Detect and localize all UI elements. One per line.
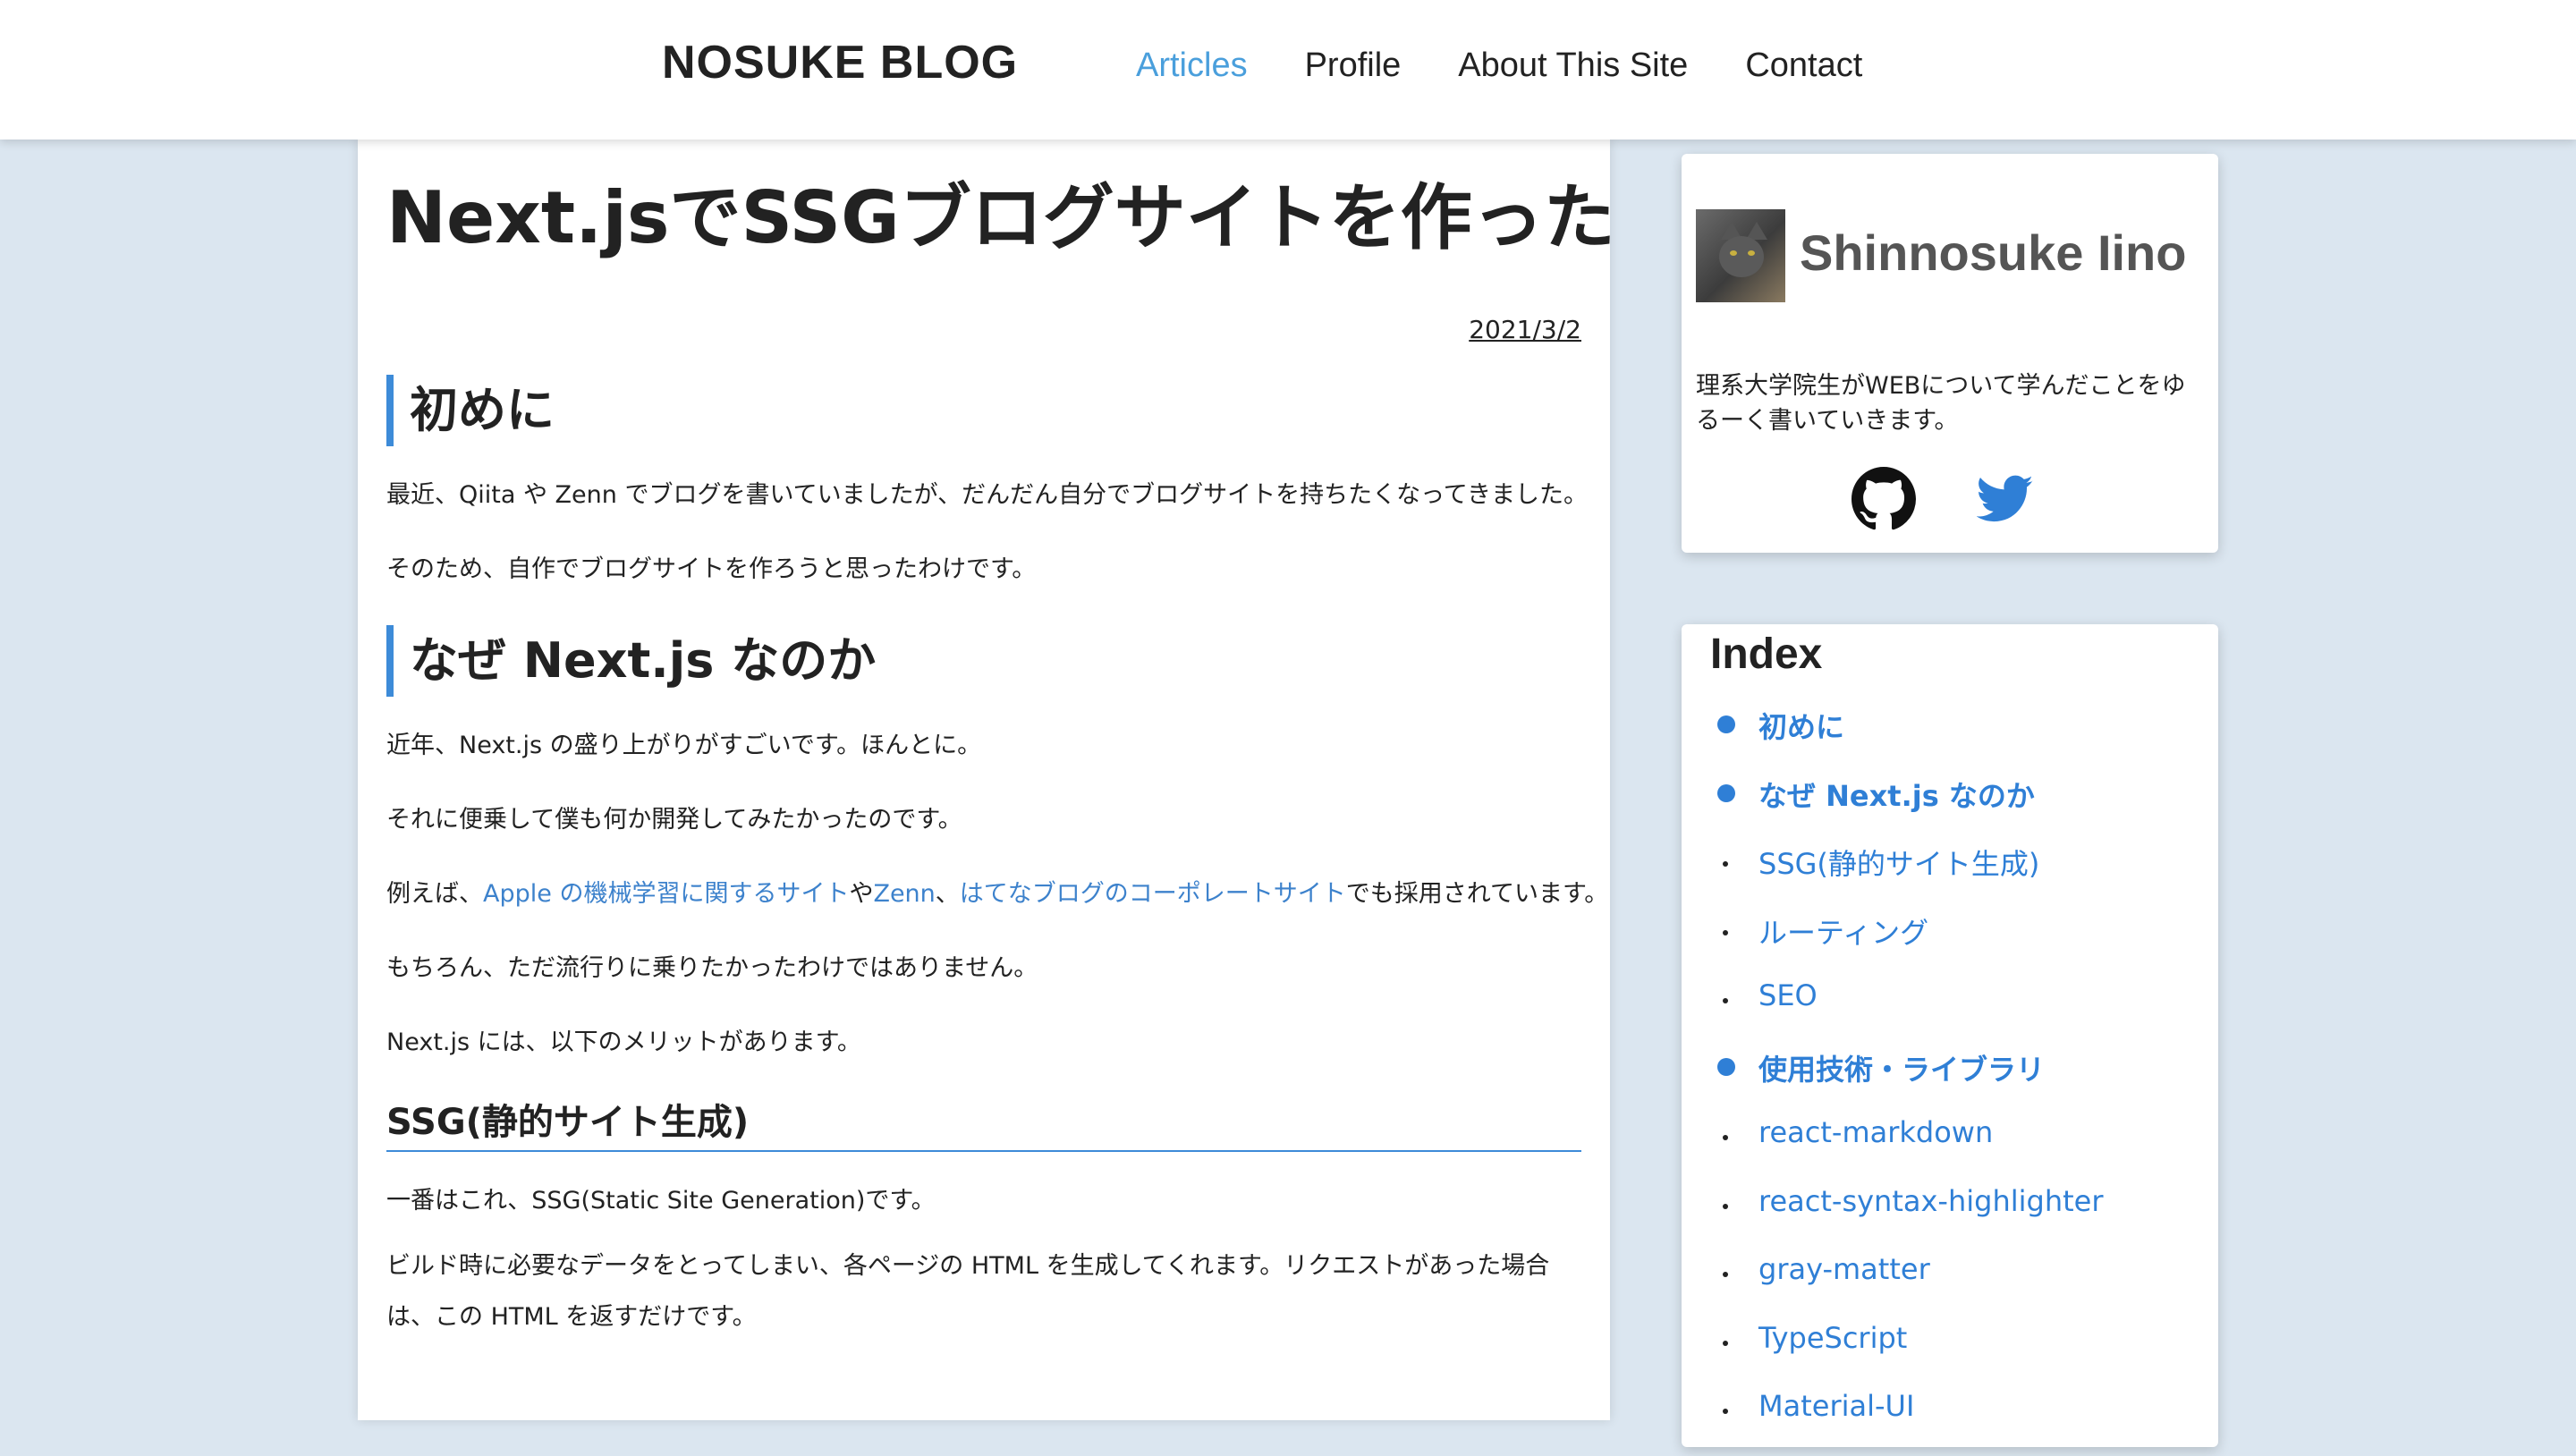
- bullet-icon: [1717, 715, 1735, 733]
- nav-about[interactable]: About This Site: [1458, 47, 1688, 85]
- toc-item-label: ルーティング: [1758, 915, 1929, 950]
- toc-item-react-syntax-highlighter[interactable]: react-syntax-highlighter: [1682, 1182, 2218, 1251]
- paragraph: ビルド時に必要なデータをとってしまい、各ページの HTML を生成してくれます。…: [386, 1252, 1550, 1331]
- bullet-icon: [1723, 1409, 1728, 1414]
- bullet-icon: [1717, 783, 1735, 802]
- paragraph: そのため、自作でブログサイトを作ろうと思ったわけです。: [386, 555, 1037, 583]
- toc-item-ssg[interactable]: SSG(静的サイト生成): [1682, 840, 2218, 909]
- toc-item-label: 初めに: [1758, 710, 1845, 744]
- profile-name: Shinnosuke Iino: [1800, 224, 2187, 281]
- text-fragment: 例えば、: [386, 880, 483, 908]
- toc-item-label: SSG(静的サイト生成): [1758, 847, 2040, 881]
- bullet-icon: [1723, 1272, 1728, 1277]
- toc-item-gray-matter[interactable]: gray-matter: [1682, 1250, 2218, 1319]
- toc-item-label: gray-matter: [1758, 1252, 1930, 1286]
- paragraph: それに便乗して僕も何か開発してみたかったのです。: [386, 806, 962, 834]
- toc-item-label: react-markdown: [1758, 1115, 1994, 1149]
- toc-item-label: 使用技術・ライブラリ: [1758, 1052, 2046, 1087]
- toc-item-label: なぜ Next.js なのか: [1758, 778, 2035, 813]
- toc-item-label: Material-UI: [1758, 1389, 1915, 1423]
- nav-contact[interactable]: Contact: [1745, 47, 1862, 85]
- toc-item-intro[interactable]: 初めに: [1682, 703, 2218, 772]
- bullet-icon: [1723, 1340, 1728, 1346]
- toc-item-material-ui[interactable]: Material-UI: [1682, 1387, 2218, 1456]
- toc-item-tech-libraries[interactable]: 使用技術・ライブラリ: [1682, 1045, 2218, 1114]
- twitter-icon[interactable]: [1977, 474, 2034, 524]
- toc-item-label: react-syntax-highlighter: [1758, 1183, 2104, 1218]
- text-fragment: 、: [935, 880, 960, 908]
- paragraph: 最近、Qiita や Zenn でブログを書いていましたが、だんだん自分でブログ…: [386, 481, 1588, 509]
- bullet-icon: [1717, 1057, 1735, 1076]
- section-heading-why-nextjs: なぜ Next.js なのか: [386, 625, 1581, 697]
- article-body: Next.jsでSSGブログサイトを作った話 2021/3/2 初めに 最近、Q…: [386, 140, 1610, 1342]
- bullet-icon: [1723, 861, 1728, 867]
- profile-card: Shinnosuke Iino 理系大学院生がWEBについて学んだことをゆるーく…: [1682, 154, 2218, 553]
- site-logo[interactable]: NOSUKE BLOG: [662, 36, 1018, 89]
- paragraph: 近年、Next.js の盛り上がりがすごいです。ほんとに。: [386, 732, 982, 759]
- nav-articles[interactable]: Articles: [1136, 47, 1248, 85]
- section-heading-intro: 初めに: [386, 375, 1581, 446]
- toc-item-why-nextjs[interactable]: なぜ Next.js なのか: [1682, 772, 2218, 841]
- profile-bio: 理系大学院生がWEBについて学んだことをゆるーく書いていきます。: [1696, 372, 2186, 435]
- toc-item-label: TypeScript: [1758, 1320, 1908, 1355]
- toc-item-label: SEO: [1758, 978, 1818, 1012]
- toc-item-react-markdown[interactable]: react-markdown: [1682, 1113, 2218, 1182]
- bullet-icon: [1723, 1135, 1728, 1140]
- github-icon[interactable]: [1852, 467, 1916, 531]
- link-apple-ml-site[interactable]: Apple の機械学習に関するサイト: [483, 880, 849, 908]
- text-fragment: や: [849, 880, 874, 908]
- paragraph: もちろん、ただ流行りに乗りたかったわけではありません。: [386, 954, 1038, 982]
- paragraph-with-links: 例えば、Apple の機械学習に関するサイトやZenn、はてなブログのコーポレー…: [386, 868, 1608, 919]
- paragraph: 一番はこれ、SSG(Static Site Generation)です。: [386, 1187, 936, 1215]
- article-panel: Next.jsでSSGブログサイトを作った話 2021/3/2 初めに 最近、Q…: [358, 140, 1610, 1420]
- article-title: Next.jsでSSGブログサイトを作った話: [386, 176, 1610, 259]
- site-header: NOSUKE BLOG Articles Profile About This …: [0, 0, 2576, 140]
- subsection-heading-ssg: SSG(静的サイト生成): [386, 1093, 1581, 1152]
- bullet-icon: [1723, 1203, 1728, 1209]
- nav-profile[interactable]: Profile: [1305, 47, 1402, 85]
- toc-item-typescript[interactable]: TypeScript: [1682, 1319, 2218, 1388]
- toc-item-routing[interactable]: ルーティング: [1682, 909, 2218, 978]
- toc-item-seo[interactable]: SEO: [1682, 977, 2218, 1045]
- table-of-contents: 初めに なぜ Next.js なのか SSG(静的サイト生成) ルーティング S…: [1682, 703, 2218, 1456]
- article-date: 2021/3/2: [1469, 315, 1581, 344]
- paragraph: Next.js には、以下のメリットがあります。: [386, 1029, 861, 1056]
- link-hatena-corporate[interactable]: はてなブログのコーポレートサイト: [960, 880, 1346, 908]
- main-nav: Articles Profile About This Site Contact: [1136, 47, 1919, 85]
- avatar: [1696, 209, 1785, 302]
- link-zenn[interactable]: Zenn: [873, 880, 935, 908]
- text-fragment: でも採用されています。: [1345, 880, 1609, 908]
- index-title: Index: [1710, 631, 1823, 678]
- social-links: [1682, 467, 2218, 538]
- index-card: Index 初めに なぜ Next.js なのか SSG(静的サイト生成) ルー…: [1682, 624, 2218, 1447]
- bullet-icon: [1723, 998, 1728, 1003]
- bullet-icon: [1723, 929, 1728, 935]
